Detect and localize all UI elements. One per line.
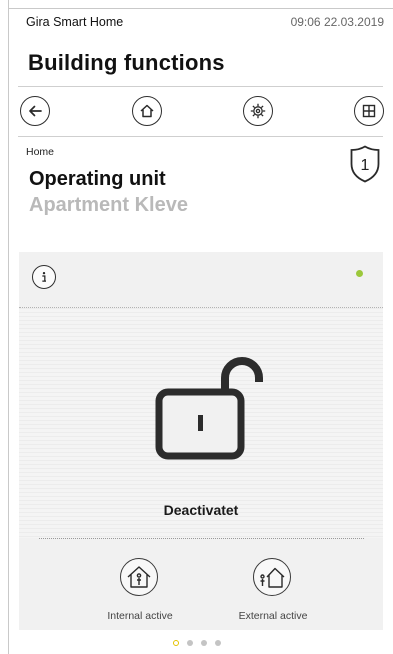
mode-label: External active bbox=[238, 610, 308, 622]
mode-internal-active[interactable]: Internal active bbox=[80, 558, 200, 624]
home-button[interactable] bbox=[132, 96, 162, 126]
page-dot[interactable] bbox=[214, 640, 221, 646]
unit-title: Operating unit bbox=[29, 168, 166, 190]
mode-label: Internal active bbox=[107, 610, 173, 622]
shield-icon: 1 bbox=[350, 145, 380, 183]
home-icon bbox=[140, 104, 154, 118]
back-arrow-icon bbox=[29, 105, 42, 117]
status-led bbox=[356, 270, 363, 277]
gear-icon bbox=[250, 103, 266, 119]
mode-button[interactable] bbox=[120, 558, 158, 596]
breadcrumb[interactable]: Home bbox=[26, 146, 54, 158]
status-bar: Gira Smart Home 09:06 22.03.2019 bbox=[26, 15, 386, 33]
grid-icon bbox=[362, 104, 376, 118]
toolbar bbox=[20, 96, 386, 132]
alarm-panel: Deactivatet Internal active External act… bbox=[19, 252, 383, 630]
grid-view-button[interactable] bbox=[354, 96, 384, 126]
page-indicator[interactable] bbox=[0, 640, 393, 646]
mode-button[interactable] bbox=[253, 558, 291, 596]
open-lock-icon[interactable] bbox=[153, 344, 263, 464]
page-dot[interactable] bbox=[200, 640, 207, 646]
security-level-badge[interactable]: 1 bbox=[348, 144, 382, 184]
frame-border-top bbox=[8, 8, 393, 9]
unit-subtitle: Apartment Kleve bbox=[29, 194, 188, 216]
divider bbox=[18, 136, 383, 137]
settings-button[interactable] bbox=[243, 96, 273, 126]
house-person-outside-icon bbox=[260, 567, 285, 588]
page-title: Building functions bbox=[28, 50, 225, 75]
page-dot-active[interactable] bbox=[172, 640, 179, 646]
back-button[interactable] bbox=[20, 96, 50, 126]
lock-state-label: Deactivatet bbox=[163, 502, 239, 518]
info-button[interactable] bbox=[32, 265, 56, 289]
app-name: Gira Smart Home bbox=[26, 15, 124, 29]
page-dot[interactable] bbox=[186, 640, 193, 646]
mode-external-active[interactable]: External active bbox=[213, 558, 333, 624]
divider bbox=[18, 86, 383, 87]
info-icon bbox=[42, 272, 46, 282]
frame-border-left bbox=[8, 0, 9, 654]
divider bbox=[39, 538, 364, 539]
date-time: 09:06 22.03.2019 bbox=[290, 15, 384, 29]
badge-number: 1 bbox=[361, 157, 370, 174]
house-person-inside-icon bbox=[127, 566, 151, 588]
